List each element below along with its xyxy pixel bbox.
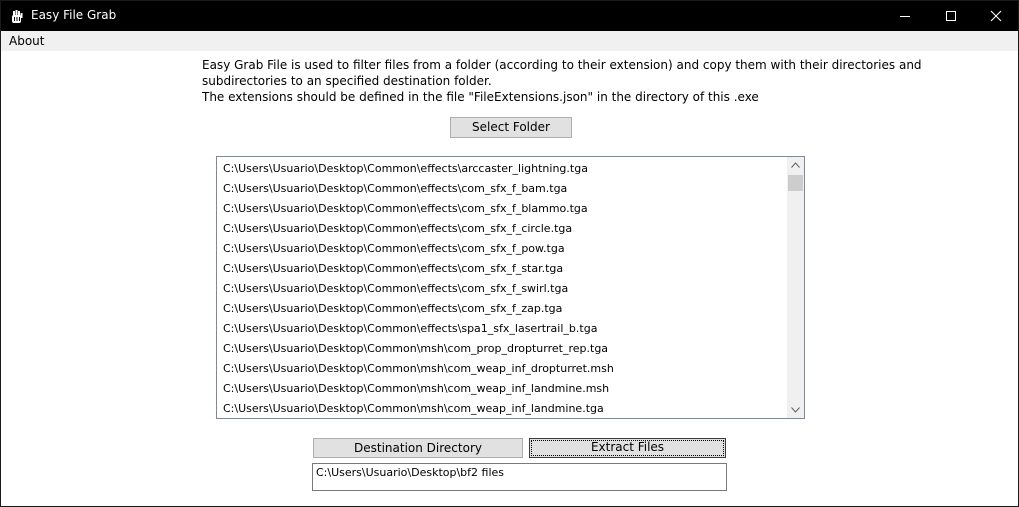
description-line: subdirectories to an specified destinati… [202, 74, 492, 88]
list-item[interactable]: C:\Users\Usuario\Desktop\Common\effects\… [223, 179, 567, 199]
list-item[interactable]: C:\Users\Usuario\Desktop\Common\msh\com_… [223, 379, 609, 399]
menu-item-about[interactable]: About [9, 34, 44, 48]
minimize-icon [900, 16, 910, 17]
hand-icon [10, 9, 24, 23]
list-item[interactable]: C:\Users\Usuario\Desktop\Common\effects\… [223, 159, 588, 179]
chevron-down-icon[interactable] [791, 407, 800, 413]
file-list[interactable]: C:\Users\Usuario\Desktop\Common\effects\… [216, 156, 805, 419]
list-item[interactable]: C:\Users\Usuario\Desktop\Common\effects\… [223, 259, 563, 279]
menu-bar: About [1, 31, 1018, 51]
list-item[interactable]: C:\Users\Usuario\Desktop\Common\effects\… [223, 279, 568, 299]
list-item[interactable]: C:\Users\Usuario\Desktop\Common\effects\… [223, 299, 562, 319]
destination-directory-label: Destination Directory [354, 441, 482, 455]
list-item[interactable]: C:\Users\Usuario\Desktop\Common\effects\… [223, 199, 588, 219]
list-item[interactable]: C:\Users\Usuario\Desktop\Common\msh\com_… [223, 359, 614, 379]
list-item[interactable]: C:\Users\Usuario\Desktop\Common\effects\… [223, 239, 565, 259]
app-window: Easy File Grab About Easy Grab File is u… [0, 0, 1019, 507]
destination-path-field[interactable]: C:\Users\Usuario\Desktop\bf2 files [312, 463, 727, 491]
extract-files-button[interactable]: Extract Files [529, 438, 726, 458]
focus-rectangle [531, 440, 724, 456]
description-text: Easy Grab File is used to filter files f… [202, 57, 922, 105]
window-title: Easy File Grab [31, 8, 117, 22]
close-button[interactable] [973, 1, 1019, 31]
description-line: Easy Grab File is used to filter files f… [202, 58, 922, 72]
list-item[interactable]: C:\Users\Usuario\Desktop\Common\effects\… [223, 319, 597, 339]
vertical-scrollbar[interactable] [787, 157, 804, 418]
maximize-button[interactable] [928, 1, 974, 31]
list-item[interactable]: C:\Users\Usuario\Desktop\Common\msh\com_… [223, 399, 604, 418]
description-line: The extensions should be defined in the … [202, 90, 759, 104]
destination-directory-button[interactable]: Destination Directory [313, 438, 523, 458]
select-folder-button[interactable]: Select Folder [450, 117, 572, 138]
list-item[interactable]: C:\Users\Usuario\Desktop\Common\effects\… [223, 219, 572, 239]
close-icon [990, 10, 1002, 22]
title-bar[interactable]: Easy File Grab [1, 1, 1018, 31]
minimize-button[interactable] [882, 1, 928, 31]
chevron-up-icon[interactable] [791, 162, 800, 168]
maximize-icon [946, 11, 956, 21]
list-item[interactable]: C:\Users\Usuario\Desktop\Common\msh\com_… [223, 339, 608, 359]
scrollbar-thumb[interactable] [788, 175, 803, 191]
select-folder-label: Select Folder [472, 120, 550, 134]
